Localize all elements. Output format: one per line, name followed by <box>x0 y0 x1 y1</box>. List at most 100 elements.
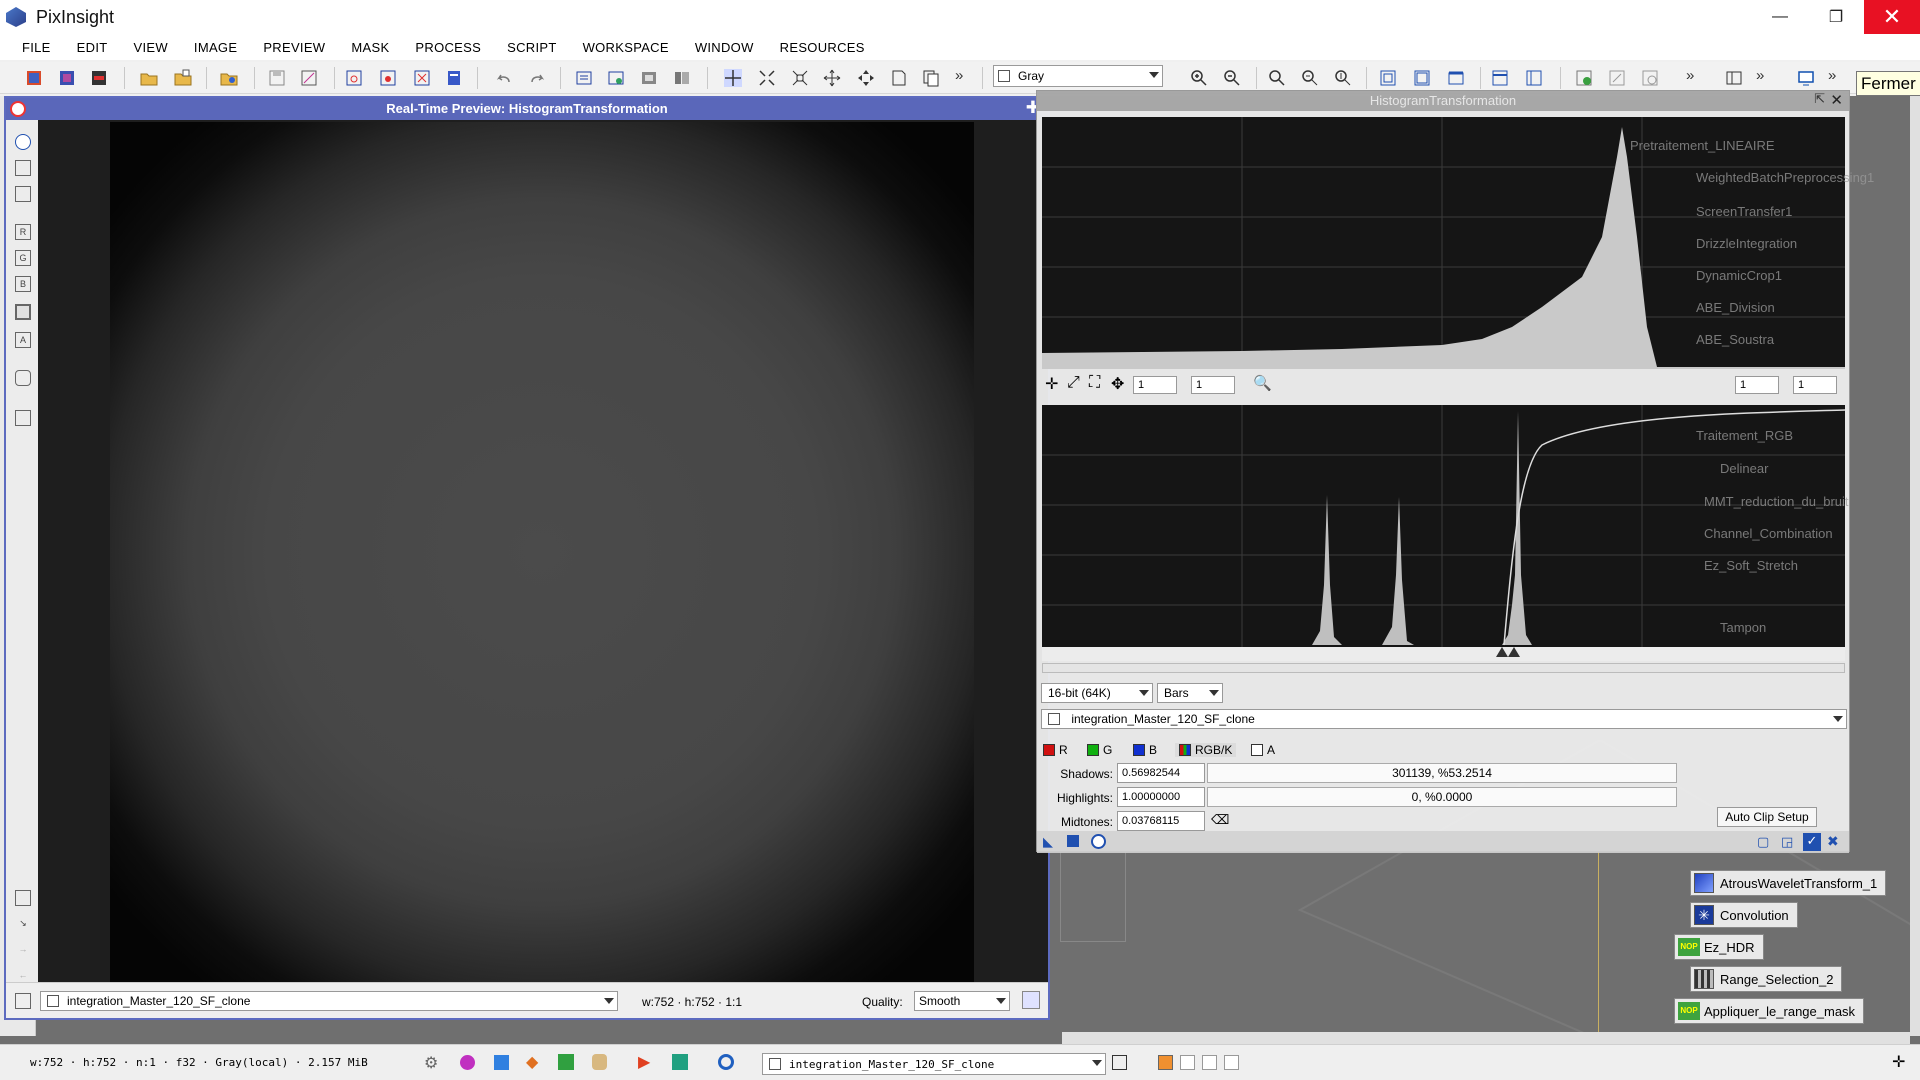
save-as-icon[interactable] <box>300 69 318 87</box>
zoom-fit-icon[interactable] <box>758 69 776 87</box>
zoom-mode-icon[interactable]: ⛶ <box>1089 374 1100 392</box>
open-folder-icon[interactable] <box>140 69 158 87</box>
cube-icon[interactable] <box>558 1054 574 1070</box>
page-view-icon[interactable] <box>890 69 908 87</box>
square-tool-icon[interactable] <box>494 1055 509 1070</box>
tile-horizontal-icon[interactable] <box>1491 69 1509 87</box>
browse-doc-icon[interactable]: ◲ <box>1781 834 1793 850</box>
undo-icon[interactable] <box>495 69 513 87</box>
close-button[interactable]: ✕ <box>1864 0 1920 34</box>
channel-g-toggle[interactable]: G <box>1087 743 1112 757</box>
fit-view-icon[interactable] <box>1379 69 1397 87</box>
menu-process[interactable]: PROCESS <box>403 40 495 55</box>
menu-mask[interactable]: MASK <box>339 40 403 55</box>
menu-view[interactable]: VIEW <box>121 40 181 55</box>
new-image-icon[interactable] <box>25 69 43 87</box>
close-icon[interactable]: ✕ <box>1830 91 1843 109</box>
pan-icon[interactable]: ✥ <box>1111 374 1124 394</box>
readout-icon[interactable]: ✛ <box>1045 374 1058 394</box>
arrow-down-right-icon[interactable]: ↘ <box>15 916 31 932</box>
preview-mask-icon[interactable] <box>413 69 431 87</box>
maximize-view-icon[interactable] <box>1413 69 1431 87</box>
pyramid-icon[interactable]: ◆ <box>526 1052 538 1072</box>
fit-icon[interactable] <box>15 890 31 906</box>
menu-image[interactable]: IMAGE <box>182 40 251 55</box>
channel-b-toggle[interactable]: B <box>1133 743 1157 757</box>
zoom-in-icon[interactable] <box>1190 69 1208 87</box>
new-preview-icon[interactable] <box>345 69 363 87</box>
ghost-process-icon[interactable]: Channel_Combination <box>1704 526 1833 541</box>
apply-icon[interactable]: ✓ <box>1803 833 1821 851</box>
upper-zoom-horizontal[interactable]: 1 <box>1133 376 1177 394</box>
process-icon-atrous-wavelet[interactable]: AtrousWaveletTransform_1 <box>1690 870 1887 896</box>
highlights-input[interactable]: 1.00000000 <box>1117 787 1205 807</box>
ghost-process-icon[interactable]: WeightedBatchPreprocessing1 <box>1696 170 1874 185</box>
pin-icon[interactable]: ⇱ <box>1814 91 1825 107</box>
workspace-4-icon[interactable] <box>1224 1055 1239 1070</box>
preview-close-icon[interactable] <box>10 101 26 117</box>
midtones-input[interactable]: 0.03768115 <box>1117 811 1205 831</box>
toolbar-more-icon-2[interactable]: » <box>1686 67 1694 84</box>
channel-rgb-icon[interactable] <box>15 304 31 320</box>
menu-preview[interactable]: PREVIEW <box>251 40 339 55</box>
center-view-icon[interactable] <box>857 69 875 87</box>
copy-view-icon[interactable] <box>922 69 940 87</box>
vertical-scrollbar[interactable] <box>1910 96 1920 1036</box>
clone-view-icon[interactable] <box>640 69 658 87</box>
shadows-input[interactable]: 0.56982544 <box>1117 763 1205 783</box>
upper-zoom-vertical[interactable]: 1 <box>1191 376 1235 394</box>
pan-mode-icon[interactable] <box>823 69 841 87</box>
close-image-icon[interactable] <box>90 69 108 87</box>
process-history-icon[interactable] <box>575 69 593 87</box>
ghost-process-icon[interactable]: Tampon <box>1720 620 1766 635</box>
quality-select[interactable]: Smooth <box>914 991 1010 1011</box>
preview-copy-icon[interactable] <box>15 186 31 202</box>
project-open-icon[interactable] <box>220 69 238 87</box>
delete-preview-icon[interactable] <box>379 69 397 87</box>
ghost-process-icon[interactable]: DrizzleIntegration <box>1696 236 1797 251</box>
preview-options-icon[interactable] <box>1022 991 1040 1009</box>
save-icon[interactable] <box>268 69 286 87</box>
color-wheel-icon[interactable] <box>460 1055 475 1070</box>
duplicate-view-icon[interactable] <box>673 69 691 87</box>
process-icon-convolution[interactable]: ✳ Convolution <box>1690 902 1798 928</box>
process-icon-appliquer-range-mask[interactable]: NOP Appliquer_le_range_mask <box>1674 998 1865 1024</box>
zoom-mode-icon[interactable] <box>791 69 809 87</box>
ghost-process-icon[interactable]: ABE_Division <box>1696 300 1775 315</box>
histogram-image-selector[interactable]: integration_Master_120_SF_clone <box>1041 709 1847 729</box>
menu-workspace[interactable]: WORKSPACE <box>571 40 683 55</box>
horizontal-scrollbar[interactable] <box>1062 1032 1910 1044</box>
bit-depth-select[interactable]: 16-bit (64K) <box>1041 683 1153 703</box>
preview-page-icon[interactable] <box>15 160 31 176</box>
toolbar-more-icon[interactable]: » <box>955 67 963 84</box>
preview-layout-icon[interactable] <box>15 410 31 426</box>
zoom-out-icon[interactable] <box>1223 69 1241 87</box>
menu-file[interactable]: FILE <box>10 40 65 55</box>
zoom-fit-icon[interactable]: ⤢ <box>1067 374 1080 392</box>
menu-window[interactable]: WINDOW <box>683 40 768 55</box>
ghost-process-icon[interactable]: Ez_Soft_Stretch <box>1704 558 1798 573</box>
menu-script[interactable]: SCRIPT <box>495 40 570 55</box>
apply-global-icon[interactable] <box>1067 835 1079 847</box>
bookmark-icon[interactable] <box>672 1054 688 1070</box>
auto-clip-setup-button[interactable]: Auto Clip Setup <box>1717 807 1817 827</box>
process-icon-ez-hdr[interactable]: NOP Ez_HDR <box>1674 934 1764 960</box>
histogram-scroll[interactable] <box>1042 663 1845 673</box>
monitor-icon[interactable] <box>1797 69 1815 87</box>
preview-view-selector[interactable]: integration_Master_120_SF_clone <box>40 991 618 1011</box>
open-recent-icon[interactable] <box>174 69 192 87</box>
database-icon[interactable] <box>592 1054 607 1070</box>
preview-image[interactable] <box>110 122 974 982</box>
lower-zoom-vertical[interactable]: 1 <box>1793 376 1837 394</box>
view-toggle-icon[interactable] <box>1112 1055 1127 1070</box>
explorer-panel-icon[interactable] <box>1725 69 1743 87</box>
reset-icon[interactable]: ▢ <box>1757 834 1769 850</box>
channel-alpha-toggle[interactable]: A <box>1251 743 1275 757</box>
workspace-3-icon[interactable] <box>1202 1055 1217 1070</box>
channel-rgbk-toggle[interactable]: RGB/K <box>1175 743 1237 757</box>
redo-icon[interactable] <box>528 69 546 87</box>
channel-r-toggle[interactable]: R <box>1043 743 1068 757</box>
ghost-process-icon[interactable]: DynamicCrop1 <box>1696 268 1782 283</box>
zoom-box-icon[interactable] <box>15 993 31 1009</box>
channel-r-icon[interactable]: R <box>15 224 31 240</box>
